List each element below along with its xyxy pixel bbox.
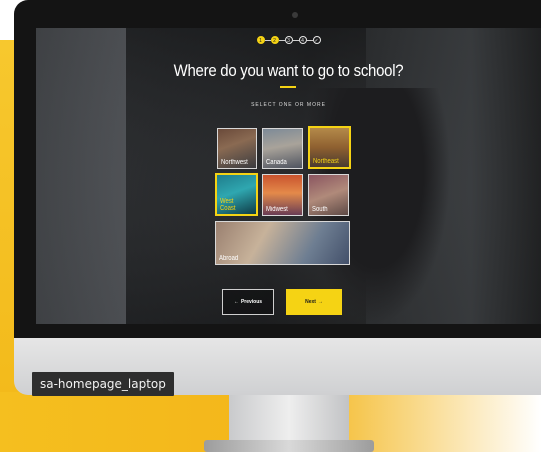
option-south[interactable]: South	[308, 174, 349, 216]
option-northeast[interactable]: Northeast	[308, 126, 351, 169]
step-complete-check-icon: ✓	[312, 36, 321, 44]
previous-button-label: Previous	[240, 299, 263, 305]
option-label: West Coast	[220, 198, 236, 212]
previous-button[interactable]: ← Previous	[222, 289, 274, 315]
option-label: Canada	[266, 159, 287, 166]
step-connector	[278, 39, 285, 41]
option-west-coast[interactable]: West Coast	[215, 173, 258, 216]
step-connector	[292, 39, 299, 41]
option-midwest[interactable]: Midwest	[262, 174, 303, 216]
option-label: Northwest	[221, 159, 248, 166]
monitor-screen: 1 2 3 4 ✓ Where do you want to go to sch…	[36, 28, 541, 324]
monitor-stand	[229, 395, 349, 445]
monitor-stand-base	[204, 440, 374, 452]
arrow-left-icon: ←	[233, 299, 239, 305]
progress-steps: 1 2 3 4 ✓	[36, 36, 541, 44]
step-4: 4	[298, 36, 307, 44]
arrow-right-icon: →	[317, 299, 323, 305]
option-label: South	[312, 206, 328, 213]
option-label: Northeast	[313, 158, 339, 165]
title-underline	[280, 86, 296, 88]
camera-icon	[292, 12, 298, 18]
option-label: Abroad	[219, 255, 239, 262]
option-abroad[interactable]: Abroad	[215, 221, 350, 265]
question-title: Where do you want to go to school?	[173, 61, 404, 80]
step-1: 1	[256, 36, 265, 44]
next-button[interactable]: Next →	[286, 289, 342, 315]
step-3: 3	[284, 36, 293, 44]
option-canada[interactable]: Canada	[262, 128, 303, 169]
step-connector	[306, 39, 313, 41]
image-caption: sa-homepage_laptop	[32, 372, 174, 396]
question-subtitle: SELECT ONE OR MORE	[251, 102, 326, 108]
step-2: 2	[270, 36, 279, 44]
option-northwest[interactable]: Northwest	[217, 128, 257, 169]
step-connector	[264, 39, 271, 41]
next-button-label: Next	[305, 299, 316, 305]
option-label: Midwest	[266, 206, 288, 213]
